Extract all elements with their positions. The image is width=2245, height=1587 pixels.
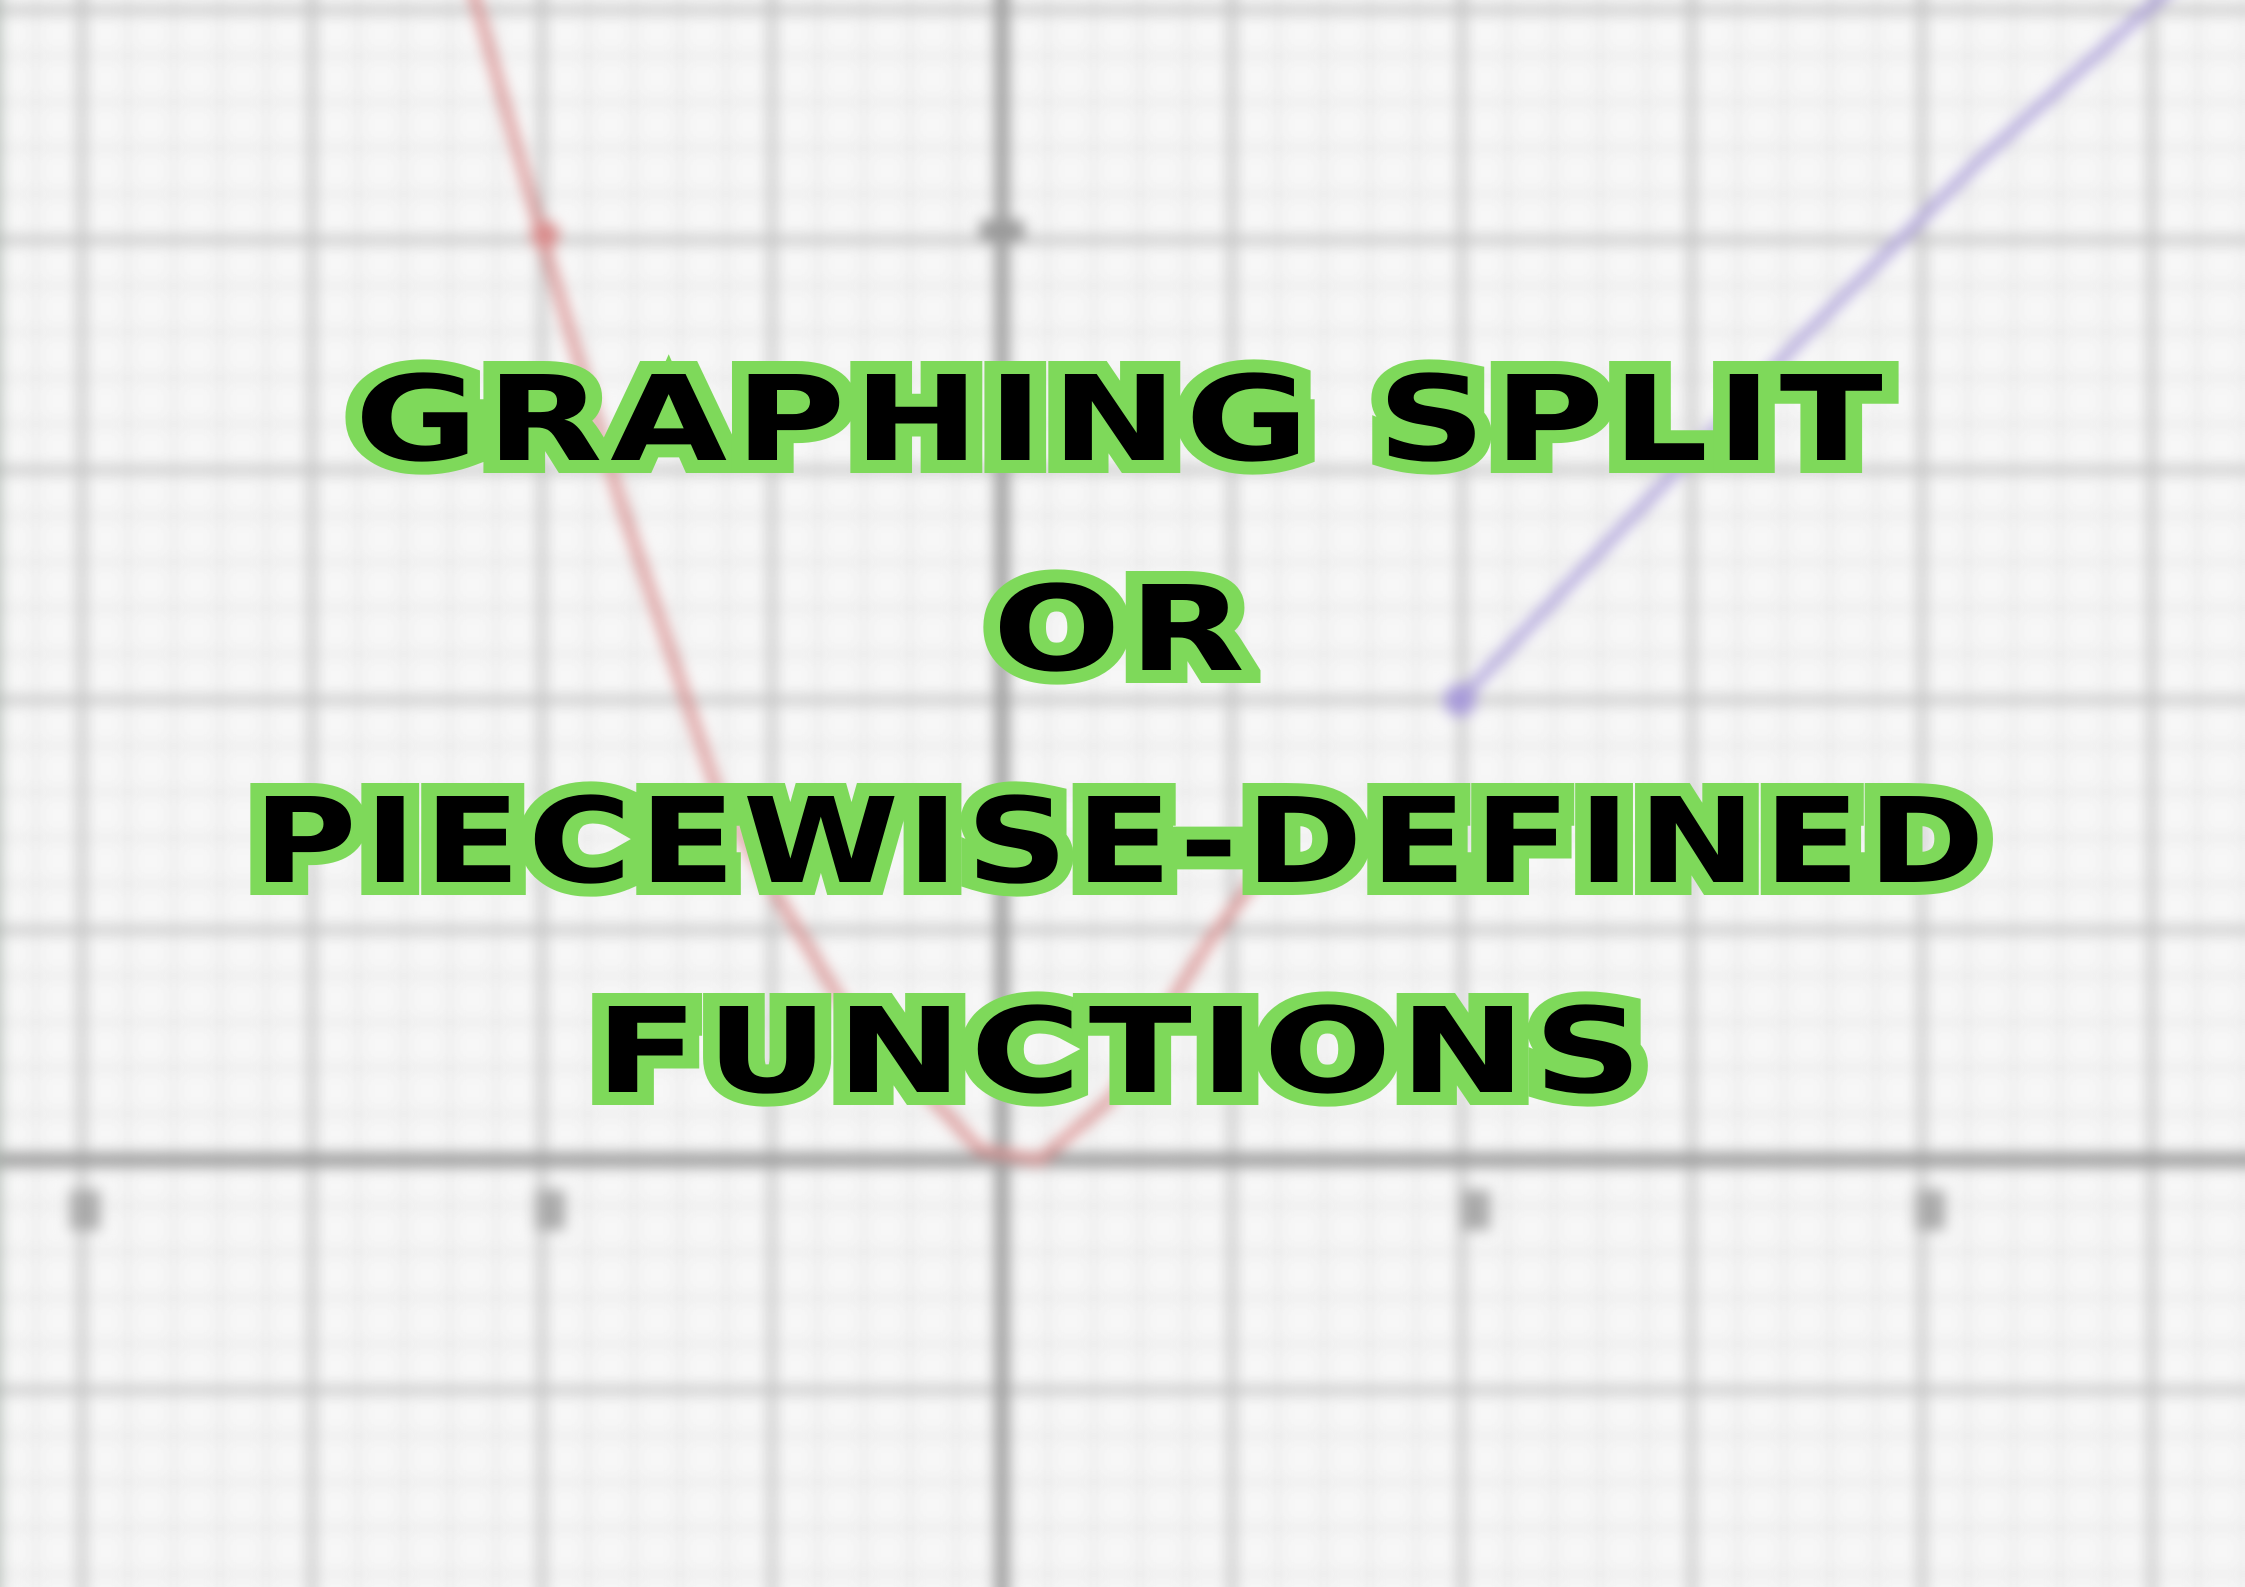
tick-mark <box>1460 1190 1490 1230</box>
tick-mark <box>1915 1190 1945 1230</box>
title-line-4: Functions <box>578 979 1659 1123</box>
tick-mark <box>535 1190 565 1230</box>
tick-mark <box>70 1190 100 1230</box>
title-line-3: Piecewise-Defined <box>237 769 2000 913</box>
title-slide: Graphing Split or Piecewise-Defined Func… <box>0 0 2245 1587</box>
red-curve-point <box>531 221 559 249</box>
tick-mark <box>980 220 1024 242</box>
title-line-2: or <box>976 557 1262 701</box>
title: Graphing Split or Piecewise-Defined Func… <box>0 347 2245 1123</box>
title-line-1: Graphing Split <box>338 347 1900 491</box>
